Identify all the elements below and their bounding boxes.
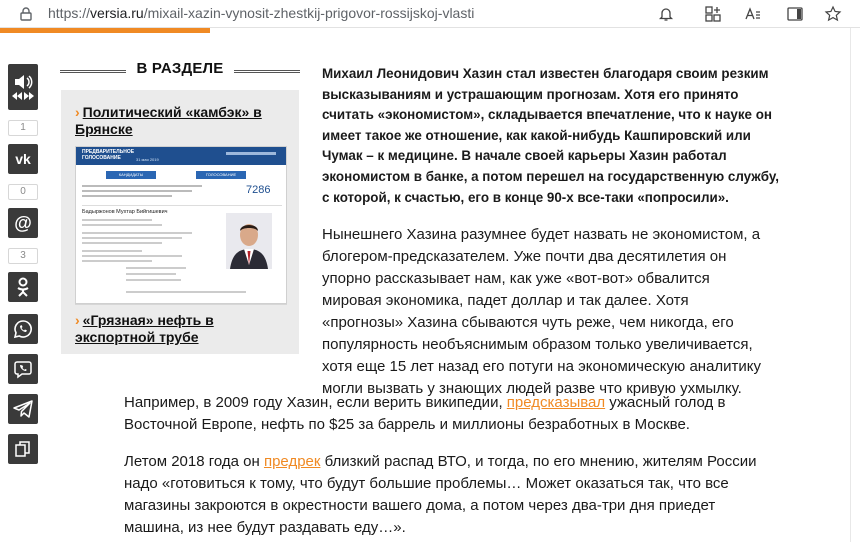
sidebar-icon[interactable] [786, 5, 804, 23]
article-lead: Михаил Леонидович Хазин стал известен бл… [322, 66, 780, 205]
chevron-right-icon: › [75, 104, 80, 120]
predicted-link[interactable]: предсказывал [507, 394, 605, 411]
thumb-button-candidates: КАНДИДАТЫ [106, 171, 156, 179]
thumb-text-line [82, 237, 182, 239]
copy-icon [15, 441, 30, 457]
scrollbar[interactable] [850, 28, 851, 542]
heading-rule-left [60, 70, 126, 73]
candidate-photo [226, 213, 272, 269]
speaker-icon [15, 75, 33, 89]
browser-address-bar: https://versia.ru/mixail-xazin-vynosit-z… [0, 0, 860, 28]
telegram-icon [13, 400, 33, 418]
add-tab-icon[interactable] [704, 5, 722, 23]
bell-icon[interactable] [657, 5, 675, 23]
related-articles-box: › Политический «камбэк» в Брянске ПРЕДВАР… [61, 90, 299, 354]
thumb-text-line [126, 291, 246, 293]
whatsapp-share-button[interactable] [8, 314, 38, 344]
thumb-text-line [126, 267, 186, 269]
thumb-person-name: Бадыржонов Мухтар Бийгишевич [82, 209, 168, 215]
thumb-text-line [82, 242, 162, 244]
at-icon: @ [14, 212, 32, 233]
odnoklassniki-share-button[interactable] [8, 272, 38, 302]
related-divider [75, 304, 287, 305]
thumb-date: 31 мая 2019 [136, 157, 159, 162]
foretold-link[interactable]: предрек [264, 453, 320, 470]
article-paragraph-3: Летом 2018 года он предрек близкий распа… [124, 451, 764, 539]
thumb-button-voting: ГОЛОСОВАНИЕ [196, 171, 246, 179]
url-host: versia.ru [90, 5, 144, 21]
thumb-text-line [82, 250, 142, 252]
thumb-text-line [82, 190, 192, 192]
thumb-text-line [82, 255, 182, 257]
odnoklassniki-icon [17, 277, 29, 297]
paragraph-3-text-start: Летом 2018 года он [124, 453, 264, 470]
listen-button[interactable] [8, 64, 38, 110]
paragraph-2-text-start: Например, в 2009 году Хазин, если верить… [124, 394, 507, 411]
vk-share-count: 1 [8, 120, 38, 136]
thumb-text-line [82, 224, 162, 226]
mail-share-count: 0 [8, 184, 38, 200]
thumb-text-line [126, 279, 181, 281]
telegram-share-button[interactable] [8, 394, 38, 424]
article-paragraph-1: Нынешнего Хазина разумнее будет назвать … [322, 226, 762, 397]
thumb-button-candidates-label: КАНДИДАТЫ [118, 172, 144, 177]
copy-link-button[interactable] [8, 434, 38, 464]
thumb-text-line [82, 260, 152, 262]
chevron-right-icon: › [75, 312, 80, 328]
related-article-link-2[interactable]: › «Грязная» нефть в экспортной трубе [75, 312, 285, 346]
vk-icon: vk [15, 151, 31, 167]
viber-share-button[interactable] [8, 354, 38, 384]
section-title: В РАЗДЕЛЕ [136, 60, 224, 77]
whatsapp-icon [13, 320, 32, 339]
reader-icon[interactable] [744, 5, 762, 23]
thumb-text-line [126, 273, 176, 275]
thumb-button-voting-label: ГОЛОСОВАНИЕ [205, 172, 237, 177]
star-icon[interactable] [824, 5, 842, 23]
related-article-title-2: «Грязная» нефть в экспортной трубе [75, 312, 214, 345]
mail-share-button[interactable]: @ [8, 208, 38, 238]
related-article-link-1[interactable]: › Политический «камбэк» в Брянске [75, 104, 285, 138]
rewind-forward-icon [12, 92, 34, 100]
url-path: /mixail-xazin-vynosit-zhestkij-prigovor-… [143, 5, 475, 21]
related-article-title-1: Политический «камбэк» в Брянске [75, 104, 262, 137]
heading-rule-right [234, 70, 300, 73]
thumb-menu [226, 152, 276, 155]
related-article-thumbnail[interactable]: ПРЕДВАРИТЕЛЬНОЕ ГОЛОСОВАНИЕ 31 мая 2019 … [75, 146, 287, 304]
thumb-header: ПРЕДВАРИТЕЛЬНОЕ ГОЛОСОВАНИЕ 31 мая 2019 [76, 147, 286, 165]
viber-icon [14, 361, 32, 379]
site-header-accent [0, 28, 210, 33]
ok-share-count: 3 [8, 248, 38, 264]
thumb-counter: 7286 [246, 184, 271, 196]
section-heading: В РАЗДЕЛЕ [60, 60, 300, 82]
thumb-text-line [82, 232, 192, 234]
vk-share-button[interactable]: vk [8, 144, 38, 174]
url-field[interactable]: https://versia.ru/mixail-xazin-vynosit-z… [48, 5, 474, 21]
thumb-text-line [82, 219, 152, 221]
url-scheme: https:// [48, 5, 91, 21]
lock-icon[interactable] [18, 6, 34, 22]
article-paragraph-2: Например, в 2009 году Хазин, если верить… [124, 392, 744, 436]
thumb-divider [82, 205, 282, 206]
thumb-text-line [82, 185, 202, 187]
thumb-text-line [82, 195, 172, 197]
